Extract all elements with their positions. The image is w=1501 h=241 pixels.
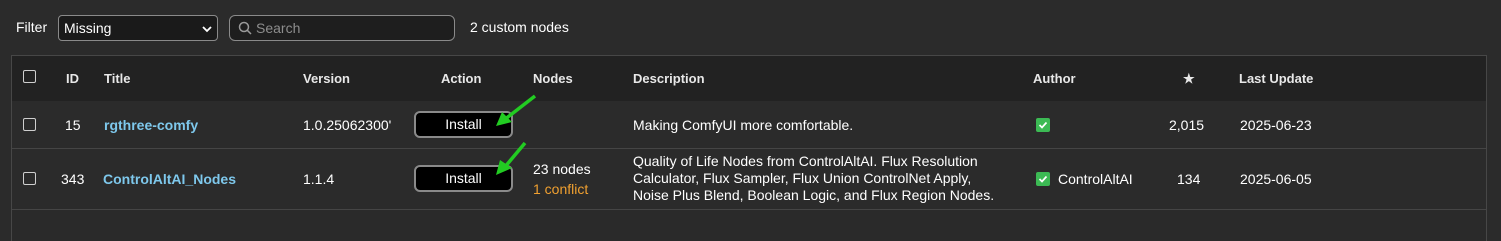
annotation-arrow-icon (496, 141, 527, 175)
header-description[interactable]: Description (633, 71, 705, 86)
description-line: Quality of Life Nodes from ControlAltAI.… (633, 153, 978, 169)
annotation-arrow-icon (496, 94, 537, 126)
header-last-update[interactable]: Last Update (1239, 71, 1313, 86)
verified-icon (1036, 172, 1050, 186)
filter-select-value: Missing (64, 20, 112, 36)
description-line: Calculator, Flux Sampler, Flux Union Con… (633, 170, 972, 186)
select-all-checkbox[interactable] (23, 70, 36, 83)
node-count-label: 2 custom nodes (470, 19, 569, 35)
header-nodes[interactable]: Nodes (533, 71, 573, 86)
search-input[interactable] (256, 18, 446, 38)
row-checkbox[interactable] (23, 118, 36, 131)
toolbar: Filter Missing 2 custom nodes (0, 0, 1501, 56)
row-last-update: 2025-06-23 (1240, 117, 1312, 133)
header-title[interactable]: Title (104, 71, 131, 86)
header-author[interactable]: Author (1033, 71, 1076, 86)
row-description: Quality of Life Nodes from ControlAltAI.… (633, 153, 994, 204)
table-row: 343 ControlAltAI_Nodes 1.1.4 Install 23 … (12, 149, 1486, 210)
header-id[interactable]: ID (66, 71, 79, 86)
filter-select[interactable]: Missing (58, 15, 218, 41)
table-row: 15 rgthree-comfy 1.0.25062300' Install M… (12, 101, 1486, 149)
row-id: 15 (65, 117, 81, 133)
row-version: 1.0.25062300' (303, 117, 392, 133)
row-author: ControlAltAI (1058, 171, 1133, 187)
table-header: ID Title Version Action Nodes Descriptio… (12, 56, 1486, 102)
header-version[interactable]: Version (303, 71, 350, 86)
row-version: 1.1.4 (303, 171, 335, 187)
search-box[interactable] (229, 15, 455, 41)
row-id: 343 (61, 171, 85, 187)
row-title-link[interactable]: rgthree-comfy (104, 117, 198, 133)
row-description: Making ComfyUI more comfortable. (633, 117, 854, 133)
row-conflict-link[interactable]: 1 conflict (533, 181, 588, 197)
header-stars[interactable]: ★ (1183, 71, 1195, 87)
verified-icon (1036, 118, 1050, 132)
row-stars: 2,015 (1169, 117, 1205, 133)
row-title-link[interactable]: ControlAltAI_Nodes (103, 171, 236, 187)
header-action[interactable]: Action (441, 71, 481, 86)
filter-label: Filter (16, 19, 48, 35)
row-checkbox[interactable] (23, 172, 36, 185)
row-last-update: 2025-06-05 (1240, 171, 1312, 187)
custom-nodes-table: ID Title Version Action Nodes Descriptio… (11, 55, 1487, 241)
chevron-down-icon (202, 26, 212, 33)
row-stars: 134 (1177, 171, 1201, 187)
search-icon (238, 21, 252, 35)
description-line: Noise Plus Blend, Boolean Logic, and Flu… (633, 187, 995, 203)
